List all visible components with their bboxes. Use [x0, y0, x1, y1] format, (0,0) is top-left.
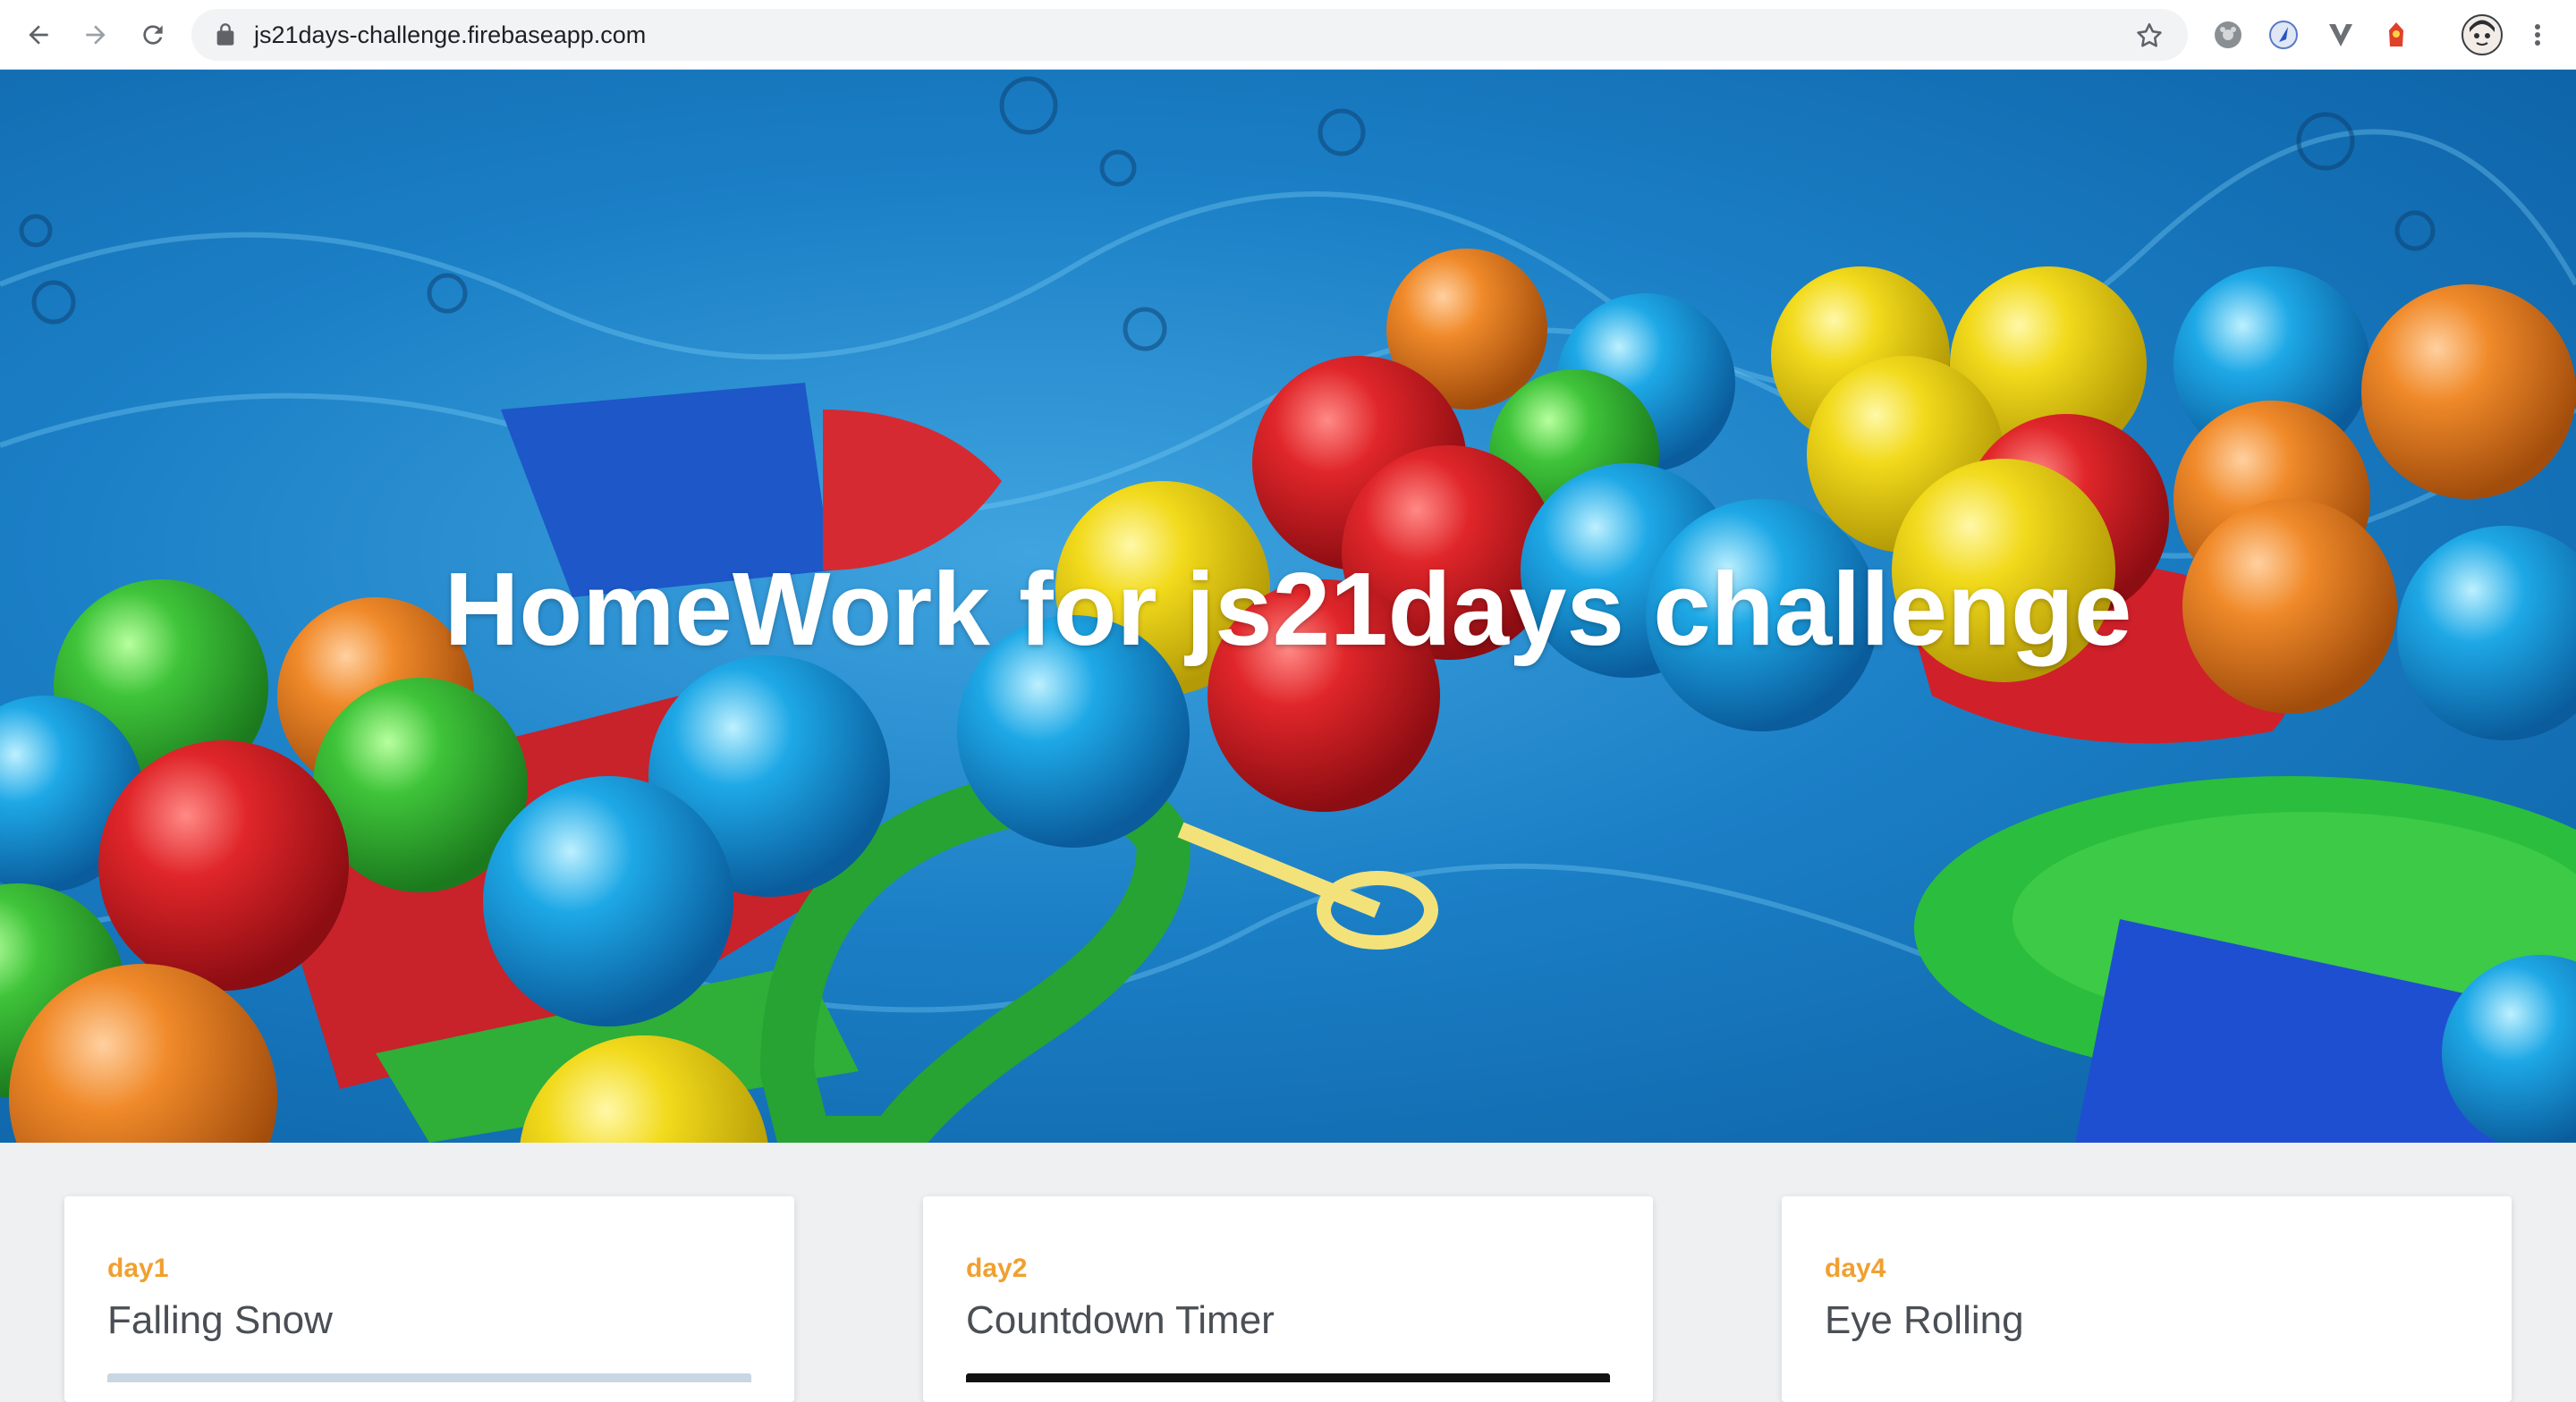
profile-button[interactable]	[2462, 14, 2503, 55]
card-title[interactable]: Eye Rolling	[1825, 1298, 2024, 1343]
extension-gray-button[interactable]	[2211, 18, 2245, 52]
forward-button[interactable]	[77, 16, 114, 54]
back-button[interactable]	[20, 16, 57, 54]
hero-title: HomeWork for js21days challenge	[444, 551, 2132, 667]
hero-banner: HomeWork for js21days challenge	[0, 70, 2576, 1143]
card-title[interactable]: Countdown Timer	[966, 1298, 1275, 1343]
reload-button[interactable]	[134, 16, 172, 54]
arrow-right-icon	[86, 25, 106, 45]
browser-menu-button[interactable]	[2521, 18, 2555, 52]
extension-v-icon	[2329, 24, 2352, 46]
address-bar[interactable]: js21days-challenge.firebaseapp.com	[191, 9, 2188, 61]
avatar-icon	[2462, 14, 2503, 55]
kebab-menu-icon	[2535, 24, 2540, 46]
card-preview-image[interactable]	[107, 1373, 751, 1382]
card-title[interactable]: Falling Snow	[107, 1298, 333, 1343]
extension-blue-button[interactable]	[2267, 18, 2301, 52]
browser-toolbar: js21days-challenge.firebaseapp.com	[0, 0, 2576, 70]
card-day-label: day4	[1825, 1254, 1886, 1283]
extension-v-button[interactable]	[2324, 18, 2358, 52]
homework-card-day2[interactable]: day2 Countdown Timer	[923, 1196, 1653, 1402]
extension-red-icon	[2389, 22, 2403, 46]
extension-gray-icon	[2215, 21, 2241, 48]
arrow-left-icon	[29, 25, 48, 45]
extension-red-button[interactable]	[2379, 18, 2413, 52]
card-preview-image[interactable]	[966, 1373, 1610, 1382]
reload-icon	[143, 25, 163, 45]
card-preview-image[interactable]	[1825, 1373, 2469, 1382]
homework-card-list: day1 Falling Snow day2 Countdown Timer d…	[0, 1143, 2576, 1402]
lock-icon	[216, 23, 234, 46]
star-icon[interactable]	[2134, 21, 2165, 51]
homework-card-day1[interactable]: day1 Falling Snow	[64, 1196, 794, 1402]
card-day-label: day2	[966, 1254, 1028, 1283]
url-text[interactable]: js21days-challenge.firebaseapp.com	[254, 22, 646, 47]
card-day-label: day1	[107, 1254, 169, 1283]
homework-card-day4[interactable]: day4 Eye Rolling	[1782, 1196, 2512, 1402]
extension-blue-icon	[2269, 21, 2298, 49]
